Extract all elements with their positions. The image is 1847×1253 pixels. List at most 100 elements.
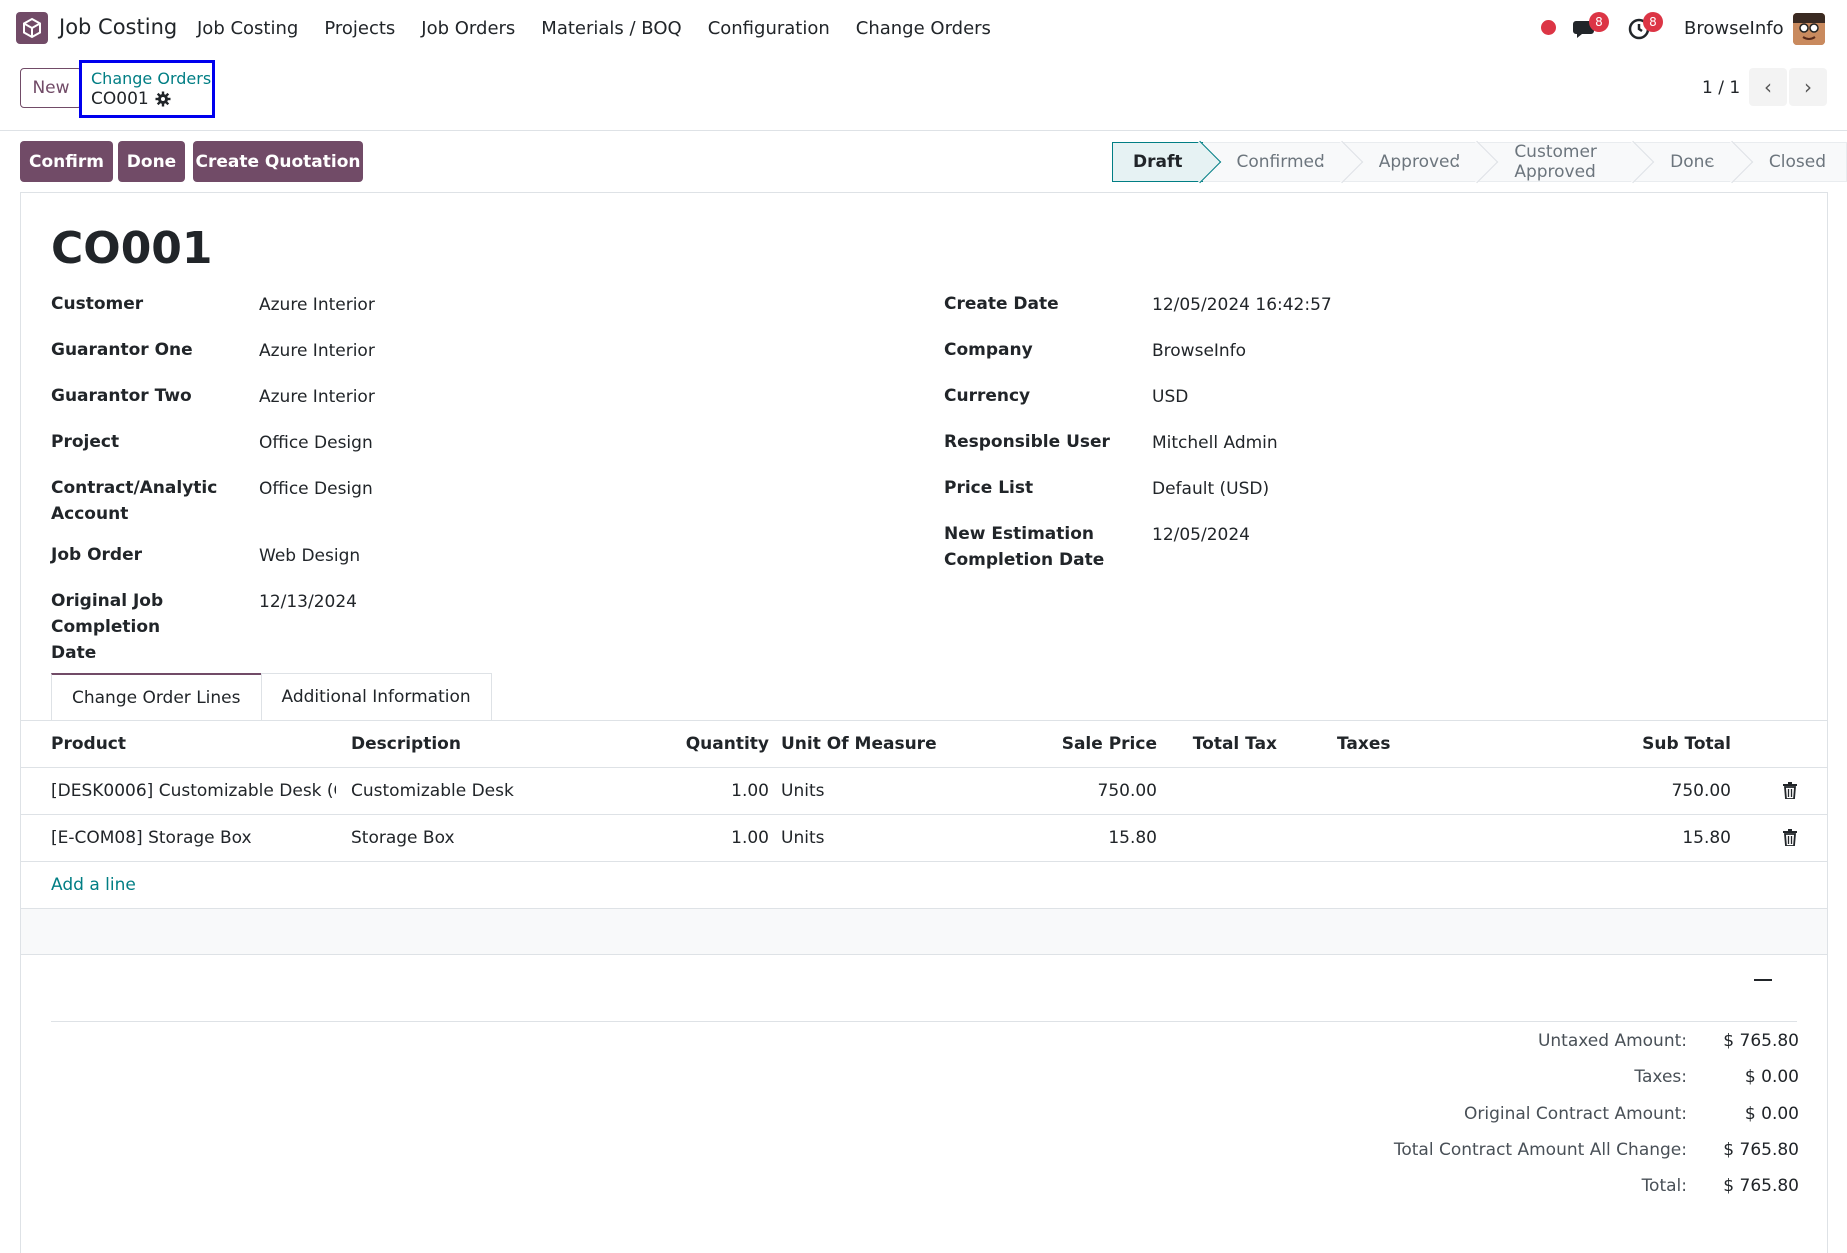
new-estimation-label: New Estimation Completion Date xyxy=(944,524,1105,570)
gear-icon[interactable] xyxy=(155,91,171,107)
tab-change-order-lines[interactable]: Change Order Lines xyxy=(51,673,262,720)
company-field[interactable]: BrowseInfo xyxy=(1152,338,1246,364)
analytic-account-field[interactable]: Office Design xyxy=(259,476,373,502)
breadcrumb-current-label: CO001 xyxy=(91,89,149,109)
col-sale-price[interactable]: Sale Price xyxy=(981,721,1157,768)
menu-projects[interactable]: Projects xyxy=(324,18,395,39)
row-product[interactable]: [DESK0006] Customizable Desk (C... xyxy=(51,768,336,815)
status-dot-icon[interactable] xyxy=(1541,20,1556,35)
row-total-tax[interactable] xyxy=(1171,768,1277,815)
table-footer-band xyxy=(21,909,1827,955)
untaxed-amount-label: Untaxed Amount: xyxy=(1537,1031,1687,1051)
control-panel: New Change Orders CO001 1 / 1 ‹ › xyxy=(0,57,1847,131)
guarantor-one-field[interactable]: Azure Interior xyxy=(259,338,375,364)
row-uom[interactable]: Units xyxy=(781,768,981,815)
create-date-field[interactable]: 12/05/2024 16:42:57 xyxy=(1152,292,1332,318)
total-value: $ 765.80 xyxy=(1723,1176,1799,1196)
user-avatar[interactable] xyxy=(1793,13,1825,45)
row-sale-price[interactable]: 15.80 xyxy=(981,815,1157,862)
row-sale-price[interactable]: 750.00 xyxy=(981,768,1157,815)
create-date-label: Create Date xyxy=(944,294,1059,314)
company-switcher[interactable]: BrowseInfo xyxy=(1684,18,1784,39)
col-quantity[interactable]: Quantity xyxy=(621,721,769,768)
trash-icon[interactable] xyxy=(1783,829,1797,846)
confirm-button[interactable]: Confirm xyxy=(20,141,113,182)
project-label: Project xyxy=(51,432,120,452)
menu-job-orders[interactable]: Job Orders xyxy=(421,18,515,39)
stage-customer-approved[interactable]: Customer Approved xyxy=(1480,142,1637,182)
row-uom[interactable]: Units xyxy=(781,815,981,862)
breadcrumb-current: CO001 xyxy=(91,88,212,110)
price-list-label: Price List xyxy=(944,478,1034,498)
table-header: Product Description Quantity Unit Of Mea… xyxy=(21,721,1827,768)
total-contract-label: Total Contract Amount All Change: xyxy=(1393,1140,1687,1160)
col-taxes[interactable]: Taxes xyxy=(1337,721,1437,768)
stage-approved[interactable]: Approved xyxy=(1344,142,1481,182)
responsible-user-label: Responsible User xyxy=(944,432,1110,452)
col-description[interactable]: Description xyxy=(351,721,601,768)
original-contract-value: $ 0.00 xyxy=(1744,1104,1799,1124)
done-button[interactable]: Done xyxy=(118,141,185,182)
col-product[interactable]: Product xyxy=(51,721,331,768)
pager-previous-button[interactable]: ‹ xyxy=(1749,68,1787,106)
add-line-link[interactable]: Add a line xyxy=(51,862,136,909)
original-completion-field[interactable]: 12/13/2024 xyxy=(259,589,357,615)
project-field[interactable]: Office Design xyxy=(259,430,373,456)
create-quotation-button[interactable]: Create Quotation xyxy=(193,141,363,182)
new-estimation-field[interactable]: 12/05/2024 xyxy=(1152,522,1250,548)
menu-materials-boq[interactable]: Materials / BOQ xyxy=(541,18,681,39)
new-button[interactable]: New xyxy=(20,68,82,108)
chevron-right-icon: › xyxy=(1804,75,1812,99)
menu-job-costing[interactable]: Job Costing xyxy=(197,18,298,39)
menu-configuration[interactable]: Configuration xyxy=(708,18,830,39)
top-navbar: Job Costing Job Costing Projects Job Ord… xyxy=(0,0,1847,57)
app-name[interactable]: Job Costing xyxy=(59,15,177,39)
guarantor-two-field[interactable]: Azure Interior xyxy=(259,384,375,410)
tab-additional-information[interactable]: Additional Information xyxy=(260,673,492,720)
col-subtotal[interactable]: Sub Total xyxy=(1581,721,1731,768)
collapse-dash-icon[interactable] xyxy=(1754,979,1772,981)
page-title: CO001 xyxy=(51,223,213,274)
customer-field[interactable]: Azure Interior xyxy=(259,292,375,318)
breadcrumb-change-orders[interactable]: Change Orders xyxy=(91,69,212,88)
main-menu: Job Costing Projects Job Orders Material… xyxy=(197,18,991,39)
stage-draft[interactable]: Draft xyxy=(1112,142,1203,182)
total-label: Total: xyxy=(1641,1176,1687,1196)
price-list-field[interactable]: Default (USD) xyxy=(1152,476,1269,502)
guarantor-one-label: Guarantor One xyxy=(51,340,193,360)
row-quantity[interactable]: 1.00 xyxy=(621,768,769,815)
row-total-tax[interactable] xyxy=(1171,815,1277,862)
company-label: Company xyxy=(944,340,1033,360)
guarantor-two-label: Guarantor Two xyxy=(51,386,192,406)
app-logo-icon[interactable] xyxy=(16,12,48,44)
original-contract-label: Original Contract Amount: xyxy=(1464,1104,1687,1124)
customer-label: Customer xyxy=(51,294,144,314)
original-completion-label: Original Job Completion Date xyxy=(51,591,164,663)
row-taxes[interactable] xyxy=(1337,815,1437,862)
table-row[interactable]: [E-COM08] Storage Box Storage Box 1.00 U… xyxy=(21,815,1827,862)
row-product[interactable]: [E-COM08] Storage Box xyxy=(51,815,336,862)
total-contract-value: $ 765.80 xyxy=(1723,1140,1799,1160)
activities-badge: 8 xyxy=(1643,12,1663,32)
job-order-field[interactable]: Web Design xyxy=(259,543,360,569)
currency-field[interactable]: USD xyxy=(1152,384,1188,410)
col-total-tax[interactable]: Total Tax xyxy=(1171,721,1277,768)
row-description[interactable]: Customizable Desk xyxy=(351,768,601,815)
row-subtotal: 750.00 xyxy=(1671,781,1731,801)
currency-label: Currency xyxy=(944,386,1031,406)
messages-badge: 8 xyxy=(1589,12,1609,32)
chevron-left-icon: ‹ xyxy=(1764,75,1772,99)
status-bar: Draft Confirmed Approved Customer Approv… xyxy=(1112,142,1847,182)
table-row[interactable]: [DESK0006] Customizable Desk (C... Custo… xyxy=(21,768,1827,815)
trash-icon[interactable] xyxy=(1783,782,1797,799)
row-description[interactable]: Storage Box xyxy=(351,815,601,862)
stage-confirmed[interactable]: Confirmed xyxy=(1202,142,1345,182)
totals-divider xyxy=(51,1021,1797,1022)
pager-value[interactable]: 1 / 1 xyxy=(1702,78,1740,98)
row-quantity[interactable]: 1.00 xyxy=(621,815,769,862)
responsible-user-field[interactable]: Mitchell Admin xyxy=(1152,430,1278,456)
menu-change-orders[interactable]: Change Orders xyxy=(856,18,991,39)
pager-next-button[interactable]: › xyxy=(1789,68,1827,106)
col-uom[interactable]: Unit Of Measure xyxy=(781,721,981,768)
row-taxes[interactable] xyxy=(1337,768,1437,815)
